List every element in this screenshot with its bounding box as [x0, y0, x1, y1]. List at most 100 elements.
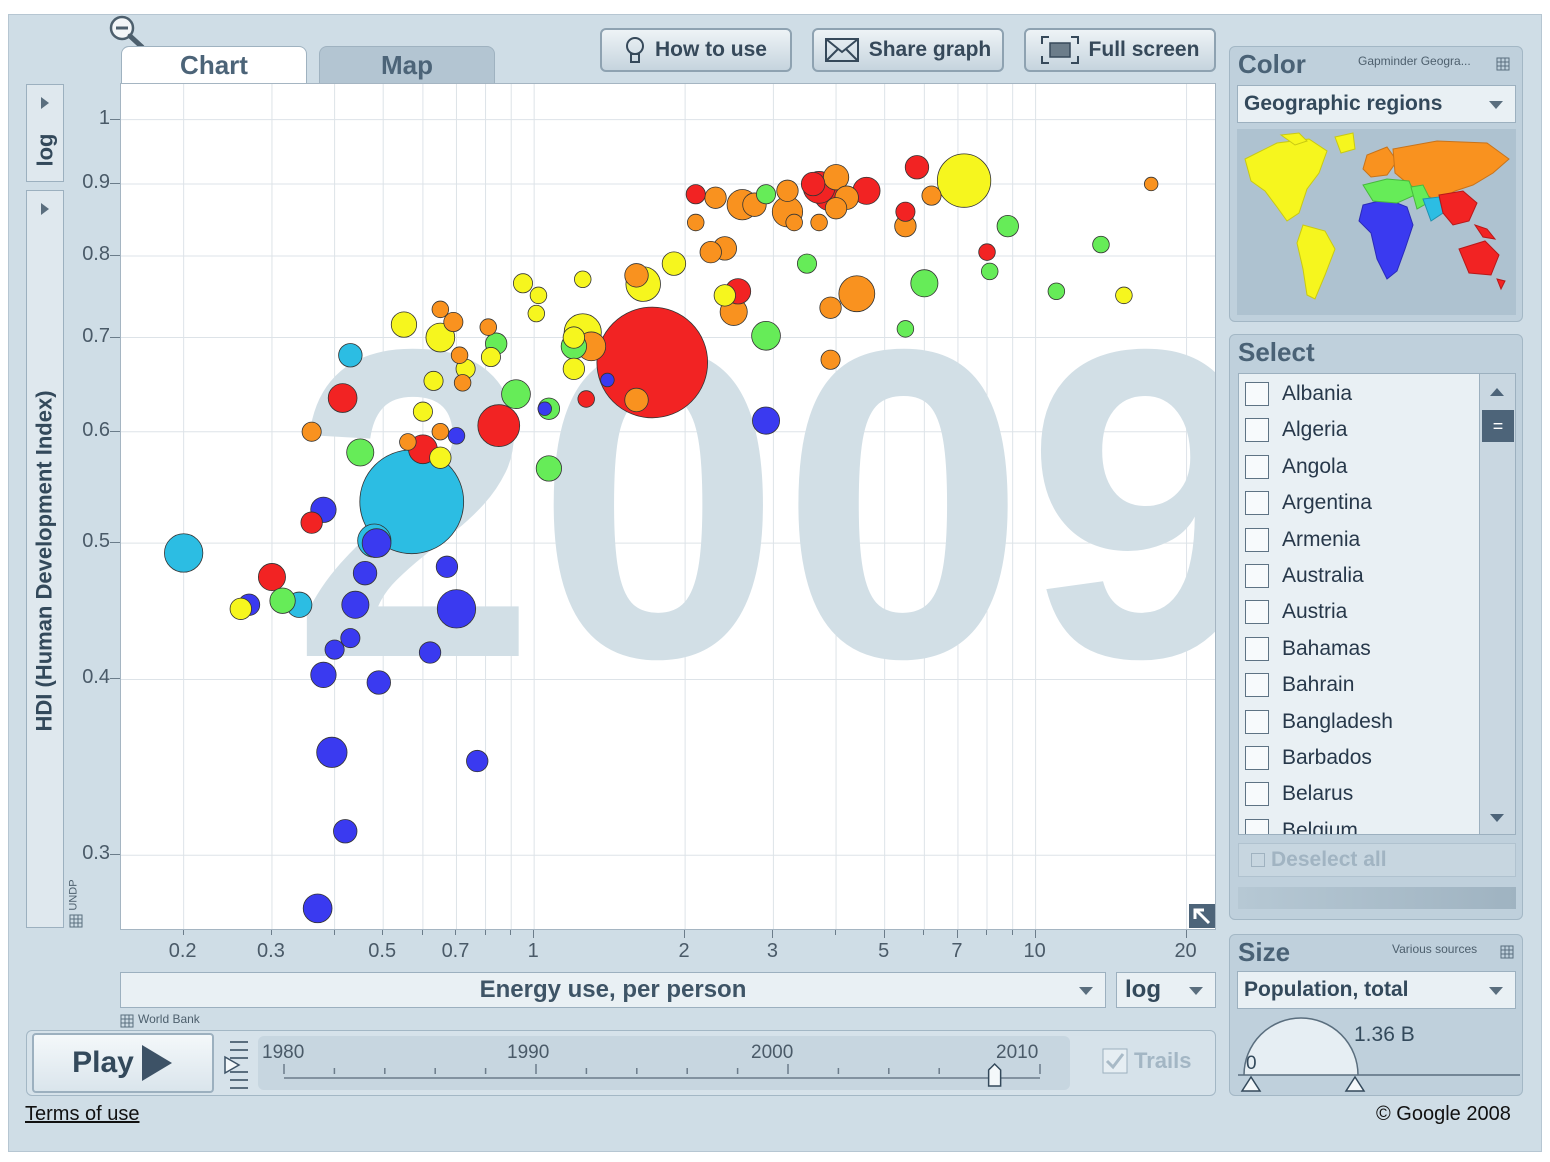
color-source-table-icon[interactable]	[1496, 57, 1510, 71]
country-checkbox[interactable]	[1245, 673, 1269, 698]
share-graph-button[interactable]: Share graph	[812, 28, 1004, 72]
country-bubble[interactable]	[838, 275, 876, 313]
country-checkbox[interactable]	[1245, 564, 1269, 588]
country-bubble[interactable]	[796, 253, 817, 274]
country-bubble[interactable]	[301, 421, 322, 442]
country-checkbox[interactable]	[1245, 600, 1269, 625]
country-bubble[interactable]	[340, 628, 361, 649]
country-bubble[interactable]	[229, 597, 252, 620]
country-bubble[interactable]	[477, 404, 521, 447]
country-bubble[interactable]	[562, 326, 585, 349]
x-scale-selector[interactable]: log	[1116, 972, 1216, 1008]
country-bubble[interactable]	[824, 197, 848, 220]
country-checkbox[interactable]	[1245, 527, 1269, 552]
country-item[interactable]: Argentina	[1245, 485, 1372, 521]
country-checkbox[interactable]	[1245, 818, 1269, 834]
country-item[interactable]: Armenia	[1245, 522, 1360, 558]
country-item[interactable]: Belgium	[1245, 813, 1358, 834]
country-bubble[interactable]	[436, 589, 477, 629]
country-bubble[interactable]	[366, 670, 391, 695]
country-bubble[interactable]	[1143, 176, 1159, 192]
country-bubble[interactable]	[352, 560, 378, 586]
country-item[interactable]: Algeria	[1245, 412, 1347, 448]
country-checkbox[interactable]	[1245, 454, 1269, 479]
country-bubble[interactable]	[333, 819, 358, 844]
country-checkbox[interactable]	[1245, 418, 1269, 443]
size-min-handle[interactable]	[1240, 1075, 1262, 1092]
timeline-track[interactable]	[258, 1036, 1070, 1090]
country-item[interactable]: Austria	[1245, 594, 1347, 630]
country-bubble[interactable]	[535, 455, 562, 482]
scroll-down-icon[interactable]	[1490, 814, 1504, 822]
country-item[interactable]: Belarus	[1245, 776, 1353, 812]
x-source-table-icon[interactable]	[120, 1014, 134, 1028]
country-bubble[interactable]	[431, 300, 450, 319]
country-bubble[interactable]	[450, 346, 469, 364]
country-bubble[interactable]	[412, 401, 433, 422]
country-bubble[interactable]	[685, 184, 706, 205]
country-bubble[interactable]	[1047, 282, 1066, 301]
country-bubble[interactable]	[895, 201, 916, 222]
expand-corner-icon[interactable]	[1189, 904, 1215, 928]
country-bubble[interactable]	[423, 370, 444, 391]
country-bubble[interactable]	[447, 427, 466, 445]
country-bubble[interactable]	[390, 311, 418, 338]
color-indicator-dropdown[interactable]: Geographic regions	[1237, 85, 1516, 123]
country-bubble[interactable]	[624, 387, 649, 413]
country-bubble[interactable]	[466, 749, 489, 773]
full-screen-button[interactable]: Full screen	[1024, 28, 1216, 72]
country-bubble[interactable]	[399, 433, 417, 451]
country-bubble[interactable]	[562, 357, 585, 380]
country-bubble[interactable]	[896, 320, 915, 338]
country-bubble[interactable]	[751, 320, 781, 351]
trails-checkbox[interactable]	[1102, 1048, 1128, 1074]
country-bubble[interactable]	[327, 383, 358, 413]
country-bubble[interactable]	[537, 401, 552, 416]
country-bubble[interactable]	[257, 563, 286, 591]
deselect-all-button[interactable]: Deselect all	[1238, 843, 1516, 877]
play-button[interactable]: Play	[32, 1033, 214, 1093]
country-checkbox[interactable]	[1245, 382, 1269, 406]
country-checkbox[interactable]	[1245, 709, 1269, 734]
country-bubble[interactable]	[800, 171, 826, 197]
country-bubble[interactable]	[661, 251, 687, 276]
country-checkbox[interactable]	[1245, 746, 1269, 770]
country-bubble[interactable]	[512, 273, 533, 294]
country-list[interactable]: Albania Algeria Angola Argentina Armenia Aust…	[1238, 373, 1516, 835]
country-bubble[interactable]	[529, 286, 548, 305]
country-item[interactable]: Albania	[1245, 376, 1352, 412]
country-item[interactable]: Angola	[1245, 449, 1347, 485]
country-bubble[interactable]	[164, 533, 204, 573]
x-indicator-selector[interactable]: Energy use, per person	[120, 972, 1106, 1008]
country-bubble[interactable]	[1092, 235, 1110, 254]
country-bubble[interactable]	[453, 374, 472, 392]
terms-of-use-link[interactable]: Terms of use	[25, 1103, 139, 1126]
tab-chart[interactable]: Chart	[121, 46, 307, 84]
country-bubble[interactable]	[418, 641, 442, 664]
country-bubble[interactable]	[996, 214, 1019, 238]
country-bubble[interactable]	[361, 528, 392, 558]
y-source-table-icon[interactable]	[69, 914, 83, 928]
speed-control[interactable]	[222, 1038, 250, 1092]
country-bubble[interactable]	[431, 422, 450, 441]
tab-map[interactable]: Map	[319, 46, 495, 84]
country-bubble[interactable]	[600, 372, 615, 388]
country-checkbox[interactable]	[1245, 636, 1269, 661]
scroll-thumb[interactable]: =	[1482, 410, 1514, 442]
bubble-chart[interactable]: 2009	[121, 84, 1216, 930]
country-bubble[interactable]	[300, 511, 323, 534]
country-bubble[interactable]	[577, 390, 595, 408]
country-bubble[interactable]	[346, 438, 375, 467]
country-bubble[interactable]	[269, 587, 296, 614]
country-bubble[interactable]	[820, 349, 841, 370]
timeline-slider[interactable]: 1980 1990 2000 2010	[258, 1036, 1070, 1090]
country-bubble[interactable]	[713, 284, 736, 307]
how-to-use-button[interactable]: How to use	[600, 28, 792, 72]
country-bubble[interactable]	[810, 213, 828, 232]
country-item[interactable]: Bahrain	[1245, 667, 1354, 703]
country-bubble[interactable]	[1115, 286, 1133, 305]
country-bubble[interactable]	[752, 406, 781, 435]
country-bubble[interactable]	[341, 590, 370, 619]
country-bubble[interactable]	[501, 379, 531, 409]
country-bubble[interactable]	[480, 347, 501, 368]
